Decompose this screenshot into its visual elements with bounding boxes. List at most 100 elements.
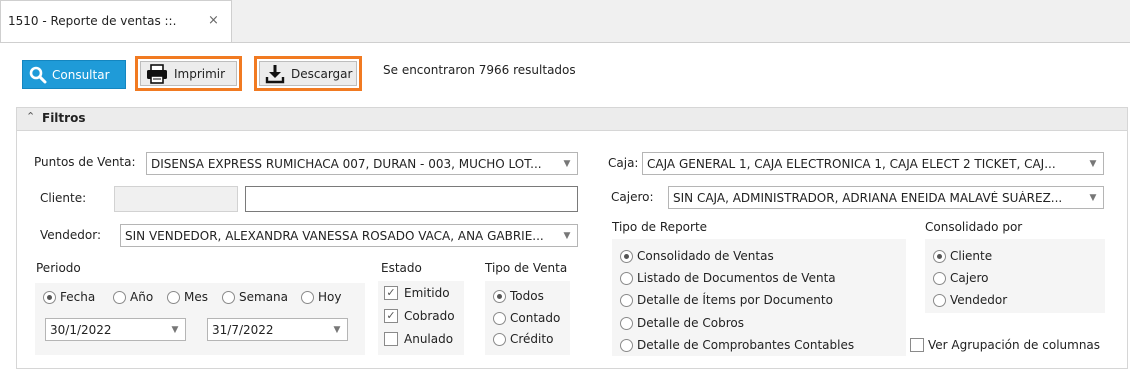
radio-icon [620,249,633,263]
tipo-venta-label: Tipo de Venta [485,261,568,275]
tipo-reporte-consolidado-radio[interactable]: Consolidado de Ventas [620,249,774,263]
tab-reporte-ventas[interactable]: 1510 - Reporte de ventas ::. × [0,0,232,42]
radio-icon [933,249,946,263]
tipo-venta-contado-radio[interactable]: Contado [493,311,560,325]
estado-emitido-label: Emitido [404,286,450,300]
periodo-fecha-label: Fecha [60,290,96,304]
cliente-label: Cliente: [40,191,87,205]
radio-icon [222,290,235,304]
checkbox-icon [910,338,924,352]
caja-value: CAJA GENERAL 1, CAJA ELECTRONICA 1, CAJA… [647,156,1056,171]
radio-icon [933,293,946,307]
tipo-reporte-listado-label: Listado de Documentos de Venta [637,271,836,285]
checkmark-icon: ✓ [384,286,398,300]
consolidado-cajero-radio[interactable]: Cajero [933,271,988,285]
tipo-venta-todos-label: Todos [510,289,544,303]
estado-anulado-label: Anulado [404,332,454,346]
printer-icon [147,63,167,84]
periodo-fecha-radio[interactable]: Fecha [43,290,95,304]
puntos-venta-select[interactable]: DISENSA EXPRESS RUMICHACA 007, DURAN - 0… [146,152,578,175]
descargar-button[interactable]: Descargar [254,56,362,91]
estado-label: Estado [381,261,422,275]
puntos-value: DISENSA EXPRESS RUMICHACA 007, DURAN - 0… [151,156,542,171]
estado-emitido-check[interactable]: ✓ Emitido [384,286,450,300]
tipo-reporte-listado-radio[interactable]: Listado de Documentos de Venta [620,271,836,285]
fecha-desde-value: 30/1/2022 [50,322,112,337]
chevron-down-icon: ▼ [333,324,341,335]
radio-icon [620,316,633,330]
tipo-venta-credito-radio[interactable]: Crédito [493,332,553,346]
tipo-reporte-consolidado-label: Consolidado de Ventas [637,249,774,263]
ver-agrupacion-label: Ver Agrupación de columnas [928,338,1101,352]
consultar-label: Consultar [52,67,110,82]
periodo-semana-radio[interactable]: Semana [222,290,288,304]
imprimir-label: Imprimir [174,66,226,81]
estado-cobrado-check[interactable]: ✓ Cobrado [384,309,455,323]
estado-anulado-check[interactable]: Anulado [384,332,453,346]
chevron-down-icon: ▼ [563,230,571,241]
results-count: Se encontraron 7966 resultados [383,63,576,77]
search-icon [29,66,47,83]
vendedor-select[interactable]: SIN VENDEDOR, ALEXANDRA VANESSA ROSADO V… [120,224,578,247]
cajero-select[interactable]: SIN CAJA, ADMINISTRADOR, ADRIANA ENEIDA … [668,186,1104,209]
tipo-venta-contado-label: Contado [510,311,561,325]
tipo-reporte-contables-radio[interactable]: Detalle de Comprobantes Contables [620,338,854,352]
chevron-down-icon: ▼ [1089,158,1097,169]
chevron-up-icon[interactable]: ⌃ [26,110,35,123]
ver-agrupacion-check[interactable]: Ver Agrupación de columnas [910,338,1100,352]
close-icon[interactable]: × [208,13,219,28]
descargar-label: Descargar [291,66,353,81]
consolidado-cajero-label: Cajero [950,271,989,285]
checkbox-icon [384,332,398,346]
radio-icon [620,271,633,285]
periodo-mes-label: Mes [184,290,208,304]
fecha-hasta-value: 31/7/2022 [212,322,274,337]
vendedor-value: SIN VENDEDOR, ALEXANDRA VANESSA ROSADO V… [125,228,544,243]
periodo-label: Periodo [36,261,81,275]
radio-icon [493,311,506,325]
consolidado-cliente-radio[interactable]: Cliente [933,249,992,263]
cajero-value: SIN CAJA, ADMINISTRADOR, ADRIANA ENEIDA … [673,190,1063,205]
imprimir-button[interactable]: Imprimir [135,56,242,91]
radio-icon [301,290,314,304]
fecha-hasta-select[interactable]: 31/7/2022 ▼ [207,318,348,341]
consolidado-vendedor-radio[interactable]: Vendedor [933,293,1007,307]
cliente-name-field[interactable] [245,186,578,212]
chevron-down-icon: ▼ [563,158,571,169]
radio-icon [493,332,506,346]
periodo-ano-label: Año [130,290,154,304]
radio-icon [620,338,633,352]
radio-icon [620,293,633,307]
consultar-button[interactable]: Consultar [22,60,126,89]
caja-select[interactable]: CAJA GENERAL 1, CAJA ELECTRONICA 1, CAJA… [642,152,1104,175]
tipo-venta-todos-radio[interactable]: Todos [493,289,544,303]
periodo-mes-radio[interactable]: Mes [167,290,208,304]
periodo-ano-radio[interactable]: Año [113,290,153,304]
periodo-semana-label: Semana [239,290,289,304]
tipo-reporte-items-label: Detalle de Ítems por Documento [637,293,833,307]
chevron-down-icon: ▼ [171,324,179,335]
tipo-venta-credito-label: Crédito [510,332,554,346]
consolidado-cliente-label: Cliente [950,249,993,263]
periodo-hoy-label: Hoy [318,290,342,304]
download-icon [265,64,285,83]
filters-title: Filtros [42,111,86,125]
consolidado-vendedor-label: Vendedor [950,293,1008,307]
fecha-desde-select[interactable]: 30/1/2022 ▼ [45,318,186,341]
cajero-label: Cajero: [611,190,654,204]
radio-icon [43,290,56,304]
tipo-reporte-label: Tipo de Reporte [612,220,708,234]
tipo-reporte-cobros-radio[interactable]: Detalle de Cobros [620,316,744,330]
vendedor-label: Vendedor: [40,228,101,242]
filters-header[interactable] [17,108,1127,131]
tipo-reporte-contables-label: Detalle de Comprobantes Contables [637,338,855,352]
chevron-down-icon: ▼ [1089,192,1097,203]
periodo-hoy-radio[interactable]: Hoy [301,290,341,304]
radio-icon [113,290,126,304]
tipo-reporte-items-radio[interactable]: Detalle de Ítems por Documento [620,293,833,307]
estado-cobrado-label: Cobrado [404,309,455,323]
caja-label: Caja: [608,156,639,170]
tab-title: 1510 - Reporte de ventas ::. [8,14,177,28]
cliente-code-field [114,186,238,212]
checkmark-icon: ✓ [384,309,398,323]
